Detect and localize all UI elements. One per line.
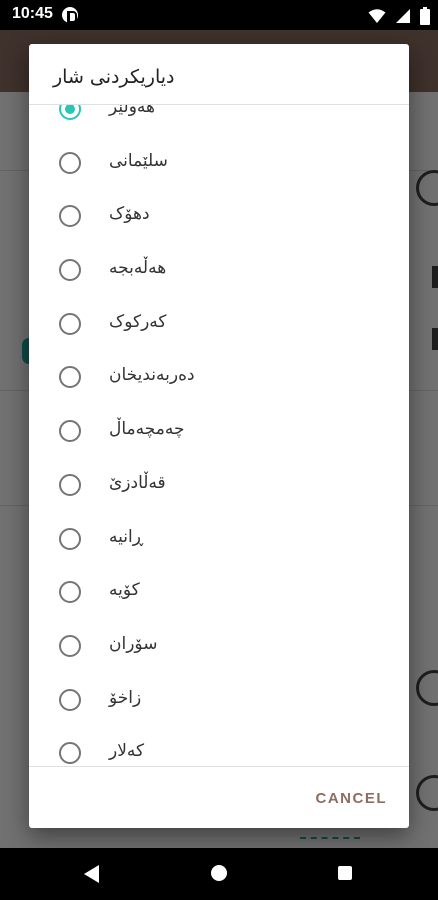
city-option[interactable]: کۆیە xyxy=(29,565,409,619)
city-option[interactable]: زاخۆ xyxy=(29,673,409,727)
city-option[interactable]: ڕانیە xyxy=(29,512,409,566)
divider xyxy=(29,766,409,767)
cell-signal-icon xyxy=(395,8,410,23)
status-bar: 10:45 xyxy=(0,0,438,30)
city-option[interactable]: دهۆک xyxy=(29,189,409,243)
city-option-label: چەمچەماڵ xyxy=(109,419,185,440)
city-option[interactable]: کەرکوک xyxy=(29,297,409,351)
city-list-content: هەولێر سلێمانی دهۆک هەڵەبجە کەرکوک دەربەندیخا… xyxy=(29,105,409,766)
city-option-label: قەڵادزێ xyxy=(109,472,166,493)
city-option[interactable]: سلێمانی xyxy=(29,136,409,190)
city-option-label: سلێمانی xyxy=(109,150,168,171)
radio-unchecked-icon[interactable] xyxy=(59,205,81,228)
screen: 10:45 دیاریکردنی شار هەولێر سلێمانی دهۆک هە… xyxy=(0,0,438,900)
city-option[interactable]: چەمچەماڵ xyxy=(29,404,409,458)
city-option-label: هەولێر xyxy=(109,105,155,117)
radio-unchecked-icon[interactable] xyxy=(59,366,81,389)
city-list[interactable]: هەولێر سلێمانی دهۆک هەڵەبجە کەرکوک دەربەندیخا… xyxy=(29,105,409,766)
recent-apps-icon[interactable] xyxy=(338,866,352,880)
radio-unchecked-icon[interactable] xyxy=(59,473,81,496)
radio-unchecked-icon[interactable] xyxy=(59,151,81,174)
radio-unchecked-icon[interactable] xyxy=(59,634,81,657)
dialog-title-text: دیاریکردنی شار xyxy=(53,66,175,88)
radio-unchecked-icon[interactable] xyxy=(59,742,81,765)
radio-unchecked-icon[interactable] xyxy=(59,527,81,550)
battery-icon xyxy=(420,6,430,25)
city-option[interactable]: کەلار xyxy=(29,726,409,766)
radio-unchecked-icon[interactable] xyxy=(59,420,81,443)
status-time: 10:45 xyxy=(12,5,53,22)
city-option[interactable]: قەڵادزێ xyxy=(29,458,409,512)
navigation-bar xyxy=(0,848,438,900)
app-notification-icon xyxy=(62,7,78,23)
status-icons xyxy=(364,5,430,25)
radio-unchecked-icon[interactable] xyxy=(59,688,81,711)
city-option-label: دەربەندیخان xyxy=(109,365,195,386)
city-picker-dialog: دیاریکردنی شار هەولێر سلێمانی دهۆک هەڵەبجە ک… xyxy=(29,44,409,828)
back-icon[interactable] xyxy=(84,865,100,883)
dialog-title: دیاریکردنی شار xyxy=(29,44,409,104)
wifi-icon xyxy=(368,8,386,23)
city-option-label: کەرکوک xyxy=(109,311,167,332)
city-option-label: ڕانیە xyxy=(109,526,144,547)
radio-unchecked-icon[interactable] xyxy=(59,312,81,335)
city-option[interactable]: هەولێر xyxy=(29,105,409,136)
city-option[interactable]: دەربەندیخان xyxy=(29,350,409,404)
home-icon[interactable] xyxy=(211,865,227,881)
city-option-label: سۆران xyxy=(109,633,158,654)
city-option-label: هەڵەبجە xyxy=(109,258,167,279)
radio-unchecked-icon[interactable] xyxy=(59,259,81,282)
radio-checked-icon[interactable] xyxy=(59,105,81,120)
city-option[interactable]: هەڵەبجە xyxy=(29,243,409,297)
city-option[interactable]: سۆران xyxy=(29,619,409,673)
city-option-label: کۆیە xyxy=(109,580,140,601)
radio-unchecked-icon[interactable] xyxy=(59,581,81,604)
cancel-button[interactable]: CANCEL xyxy=(316,788,388,809)
city-option-label: کەلار xyxy=(109,741,145,762)
city-option-label: دهۆک xyxy=(109,204,150,225)
city-option-label: زاخۆ xyxy=(109,687,142,708)
